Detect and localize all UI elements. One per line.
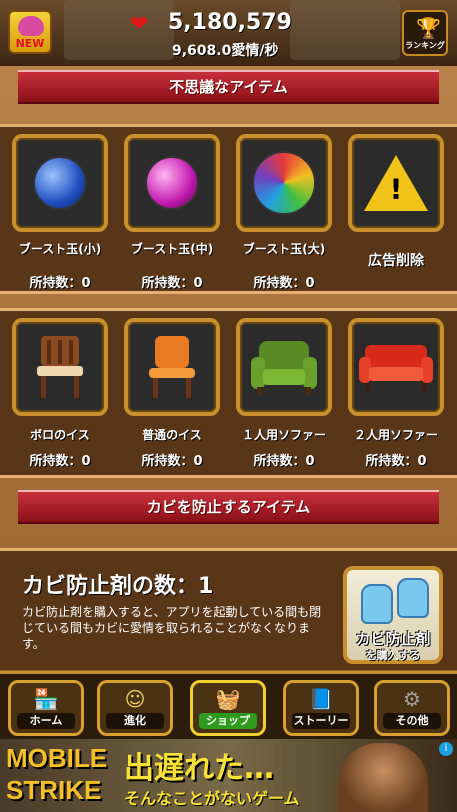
item-count: 所持数：0 xyxy=(253,276,315,291)
item-count: 所持数：0 xyxy=(365,454,427,469)
gears-icon: ⚙ xyxy=(403,687,421,711)
blue-gem-icon xyxy=(33,156,87,210)
buy-mold-preventer-button[interactable]: カビ防止剤 を購入する xyxy=(343,566,443,664)
item-tile-single-sofa[interactable] xyxy=(236,318,332,416)
item-count: 所持数：0 xyxy=(141,454,203,469)
love-rate: 9,608.0愛情/秒 xyxy=(172,43,279,59)
bottle-icon xyxy=(361,584,393,624)
red-sofa-icon xyxy=(359,345,433,391)
nav-label: 進化 xyxy=(106,713,164,729)
trophy-icon: 🏆 xyxy=(416,16,441,40)
ad-headline: 出遅れた… xyxy=(124,751,274,786)
ad-subline: そんなことがないゲーム xyxy=(124,789,300,808)
item-name: 広告削除 xyxy=(368,253,424,269)
item-name: ブースト玉(中) xyxy=(130,242,214,256)
item-count: 所持数：0 xyxy=(253,454,315,469)
item-name: ボロのイス xyxy=(30,428,90,442)
item-name: 普通のイス xyxy=(142,428,202,442)
heart-icon: ❤ xyxy=(130,12,149,37)
item-name: ２人用ソファー xyxy=(353,428,438,442)
ad-brand-line1: MOBILE xyxy=(6,743,108,773)
ad-brand-line2: STRIKE xyxy=(6,775,102,805)
nav-other[interactable]: ⚙ その他 xyxy=(374,680,450,736)
item-count: 所持数：0 xyxy=(141,276,203,291)
nav-shop[interactable]: 🧺 ショップ xyxy=(190,680,266,736)
shopping-basket-icon: 🧺 xyxy=(215,687,241,711)
item-tile-boost-small[interactable] xyxy=(12,134,108,232)
item-tile-double-sofa[interactable] xyxy=(348,318,444,416)
brain-icon xyxy=(18,16,44,36)
ranking-button[interactable]: 🏆 ランキング xyxy=(402,10,448,56)
mold-count-title: カビ防止剤の数：1 xyxy=(22,574,214,599)
item-tile-remove-ads[interactable]: ! xyxy=(348,134,444,232)
nav-evolution[interactable]: ☺ 進化 xyxy=(97,680,173,736)
section-title: カビを防止するアイテム xyxy=(146,498,311,516)
section-title: 不思議なアイテム xyxy=(169,78,288,96)
character-icon: ☺ xyxy=(124,687,146,711)
background-banner xyxy=(290,0,400,60)
rainbow-gem-icon xyxy=(252,151,316,215)
section-ribbon-mystery: 不思議なアイテム xyxy=(18,70,439,104)
mold-description: カビ防止剤を購入すると、アプリを起動している間も閉じている間もカビに愛情を取られ… xyxy=(22,605,322,651)
item-tile-normal-chair[interactable] xyxy=(124,318,220,416)
green-sofa-icon xyxy=(251,341,317,395)
item-name: ブースト玉(大) xyxy=(242,242,326,256)
nav-story[interactable]: 📘 ストーリー xyxy=(283,680,359,736)
item-name: ブースト玉(小) xyxy=(18,242,102,256)
bottle-icon xyxy=(397,578,429,618)
bottom-nav: 🏪 ホーム ☺ 進化 🧺 ショップ 📘 ストーリー ⚙ その他 xyxy=(0,671,457,739)
item-name: １人用ソファー xyxy=(241,428,326,442)
purple-gem-icon xyxy=(145,156,199,210)
section-ribbon-mold: カビを防止するアイテム xyxy=(18,490,439,524)
nav-home[interactable]: 🏪 ホーム xyxy=(8,680,84,736)
new-button[interactable]: NEW xyxy=(8,10,52,54)
buy-label-line2: を購入する xyxy=(365,649,421,662)
exclamation-glyph: ! xyxy=(389,172,403,206)
wooden-chair-icon xyxy=(37,336,83,398)
ad-info-icon[interactable]: i xyxy=(439,742,453,756)
buy-label-line1: カビ防止剤 xyxy=(355,630,431,648)
nav-label: その他 xyxy=(383,713,441,729)
background-banner xyxy=(64,0,174,60)
ad-banner[interactable]: MOBILE STRIKE 出遅れた… そんなことがないゲーム i xyxy=(0,739,457,812)
ad-soldier-image xyxy=(338,743,428,812)
ranking-label: ランキング xyxy=(405,41,445,50)
story-book-icon: 📘 xyxy=(308,687,334,711)
orange-chair-icon xyxy=(149,336,195,398)
nav-label: ホーム xyxy=(17,713,75,729)
shop-front-icon: 🏪 xyxy=(33,687,59,711)
item-tile-old-chair[interactable] xyxy=(12,318,108,416)
new-badge: NEW xyxy=(15,37,45,50)
item-tile-boost-large[interactable] xyxy=(236,134,332,232)
love-total: 5,180,579 xyxy=(168,10,292,35)
nav-label: ショップ xyxy=(199,713,257,729)
item-count: 所持数：0 xyxy=(29,454,91,469)
item-tile-boost-medium[interactable] xyxy=(124,134,220,232)
item-count: 所持数：0 xyxy=(29,276,91,291)
nav-label: ストーリー xyxy=(292,713,350,729)
